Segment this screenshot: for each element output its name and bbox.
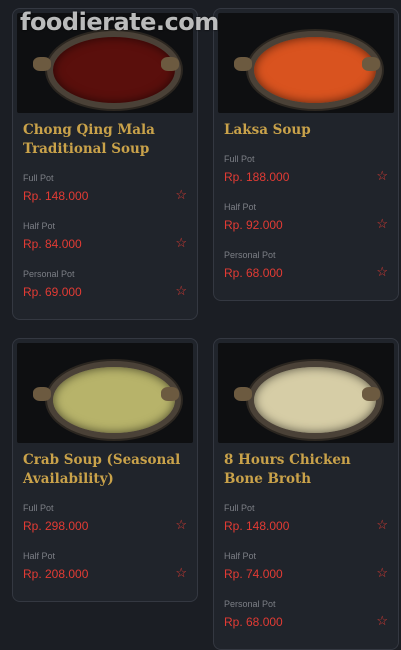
option-price: Rp. 188.000 [224, 170, 290, 184]
hotpot-image [248, 361, 382, 439]
option-row: Personal Pot Rp. 69.000 ☆ [23, 261, 187, 309]
option-label: Full Pot [224, 503, 255, 513]
pot-handle [234, 57, 252, 71]
dish-photo [218, 343, 394, 443]
pot-handle [33, 57, 51, 71]
pot-handle [234, 387, 252, 401]
option-label: Half Pot [23, 551, 56, 561]
option-row: Full Pot Rp. 148.000 ☆ [224, 495, 388, 543]
option-label: Half Pot [23, 221, 56, 231]
option-row: Full Pot Rp. 188.000 ☆ [224, 146, 388, 194]
option-label: Full Pot [23, 173, 54, 183]
hotpot-image [248, 31, 382, 109]
option-price: Rp. 148.000 [23, 189, 89, 203]
option-price: Rp. 208.000 [23, 567, 89, 581]
option-label: Personal Pot [224, 599, 276, 609]
option-row: Half Pot Rp. 84.000 ☆ [23, 213, 187, 261]
option-label: Full Pot [224, 154, 255, 164]
watermark-logo: foodierate.com [20, 8, 219, 36]
option-price: Rp. 84.000 [23, 237, 82, 251]
pot-handle [161, 57, 179, 71]
option-price: Rp. 92.000 [224, 218, 283, 232]
dish-title: 8 Hours Chicken Bone Broth [224, 452, 351, 487]
star-outline-icon[interactable]: ☆ [175, 284, 187, 297]
option-price: Rp. 68.000 [224, 615, 283, 629]
dish-photo [17, 343, 193, 443]
star-outline-icon[interactable]: ☆ [175, 236, 187, 249]
star-outline-icon[interactable]: ☆ [175, 566, 187, 579]
menu-card-chicken-broth[interactable]: 8 Hours Chicken Bone Broth Full Pot Rp. … [213, 338, 399, 650]
option-label: Half Pot [224, 551, 257, 561]
menu-card-chong-qing[interactable]: Chong Qing Mala Traditional Soup Full Po… [12, 8, 198, 320]
dish-title: Laksa Soup [224, 122, 311, 138]
option-row: Full Pot Rp. 298.000 ☆ [23, 495, 187, 543]
option-row: Half Pot Rp. 74.000 ☆ [224, 543, 388, 591]
hotpot-image [47, 361, 181, 439]
star-outline-icon[interactable]: ☆ [376, 566, 388, 579]
dish-title: Crab Soup (Seasonal Availability) [23, 452, 181, 487]
option-label: Personal Pot [23, 269, 75, 279]
star-outline-icon[interactable]: ☆ [376, 217, 388, 230]
option-row: Half Pot Rp. 92.000 ☆ [224, 194, 388, 242]
option-row: Personal Pot Rp. 68.000 ☆ [224, 591, 388, 639]
pot-handle [161, 387, 179, 401]
star-outline-icon[interactable]: ☆ [376, 169, 388, 182]
option-price: Rp. 69.000 [23, 285, 82, 299]
option-label: Full Pot [23, 503, 54, 513]
option-price: Rp. 74.000 [224, 567, 283, 581]
dish-photo [218, 13, 394, 113]
option-label: Personal Pot [224, 250, 276, 260]
option-row: Full Pot Rp. 148.000 ☆ [23, 165, 187, 213]
pot-handle [33, 387, 51, 401]
dish-title: Chong Qing Mala Traditional Soup [23, 122, 155, 157]
star-outline-icon[interactable]: ☆ [376, 265, 388, 278]
menu-card-crab-soup[interactable]: Crab Soup (Seasonal Availability) Full P… [12, 338, 198, 602]
star-outline-icon[interactable]: ☆ [175, 518, 187, 531]
star-outline-icon[interactable]: ☆ [175, 188, 187, 201]
option-row: Personal Pot Rp. 68.000 ☆ [224, 242, 388, 290]
option-row: Half Pot Rp. 208.000 ☆ [23, 543, 187, 591]
option-price: Rp. 68.000 [224, 266, 283, 280]
pot-handle [362, 57, 380, 71]
menu-card-laksa[interactable]: Laksa Soup Full Pot Rp. 188.000 ☆ Half P… [213, 8, 399, 301]
option-price: Rp. 148.000 [224, 519, 290, 533]
option-label: Half Pot [224, 202, 257, 212]
option-price: Rp. 298.000 [23, 519, 89, 533]
hotpot-image [47, 31, 181, 109]
pot-handle [362, 387, 380, 401]
star-outline-icon[interactable]: ☆ [376, 518, 388, 531]
star-outline-icon[interactable]: ☆ [376, 614, 388, 627]
